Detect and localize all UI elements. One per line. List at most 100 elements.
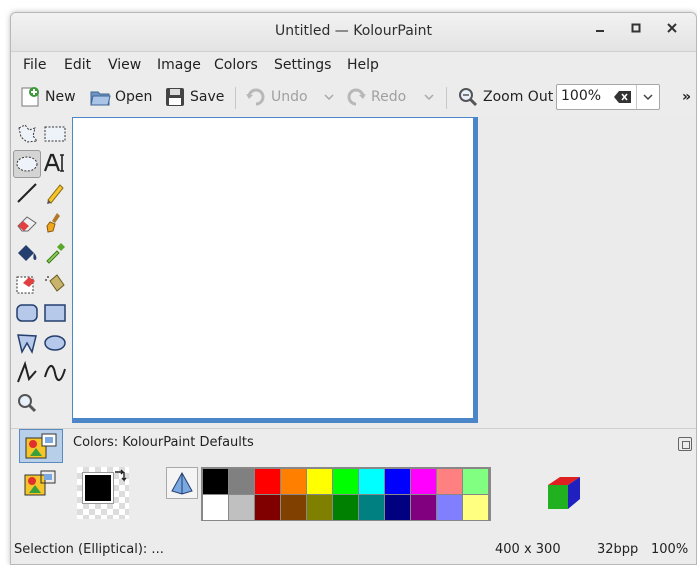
elliptical-selection-icon	[16, 156, 38, 172]
menu-colors[interactable]: Colors	[214, 57, 258, 73]
zoom-combobox[interactable]: 100%	[556, 84, 660, 110]
zoom-dropdown-chevron-icon[interactable]	[636, 85, 659, 109]
tool-connected-lines[interactable]	[14, 360, 40, 386]
tool-color-picker[interactable]	[42, 240, 68, 266]
tool-flood-fill[interactable]	[14, 240, 40, 266]
tool-text[interactable]	[42, 150, 68, 176]
minimize-button[interactable]	[591, 22, 609, 40]
tool-curve[interactable]	[42, 360, 68, 386]
polygon-icon	[17, 334, 37, 355]
menu-file[interactable]: File	[23, 57, 46, 73]
menu-help[interactable]: Help	[347, 57, 379, 73]
canvas-resize-handle-right[interactable]	[473, 117, 478, 421]
clear-text-icon[interactable]	[614, 90, 632, 108]
palette-swatch[interactable]	[255, 495, 280, 520]
status-tool-text: Selection (Elliptical): ...	[14, 542, 164, 557]
tool-brush[interactable]	[42, 210, 68, 236]
minimize-icon	[596, 30, 604, 32]
palette-swatch[interactable]	[255, 469, 280, 494]
drawing-canvas[interactable]	[72, 117, 476, 421]
menu-settings[interactable]: Settings	[274, 57, 331, 73]
tool-zoom[interactable]	[14, 390, 40, 416]
palette-swatch[interactable]	[333, 469, 358, 494]
palette-swatch[interactable]	[229, 469, 254, 494]
close-button[interactable]	[663, 22, 681, 40]
zoom-value[interactable]: 100%	[561, 88, 601, 104]
undo-dropdown[interactable]	[323, 85, 335, 109]
palette-swatch[interactable]	[437, 495, 462, 520]
flood-fill-bucket-icon	[18, 245, 37, 261]
menu-image[interactable]: Image	[157, 57, 201, 73]
tool-eraser[interactable]	[14, 210, 40, 236]
palette-swatch[interactable]	[229, 495, 254, 520]
swap-colors-icon[interactable]	[113, 468, 127, 486]
colors-panel-float-icon[interactable]	[678, 437, 692, 451]
new-button[interactable]: New	[19, 85, 76, 109]
menu-edit[interactable]: Edit	[64, 57, 91, 73]
palette-swatch[interactable]	[281, 469, 306, 494]
open-folder-icon	[90, 91, 111, 106]
maximize-button[interactable]	[627, 22, 645, 40]
undo-label: Undo	[271, 89, 308, 105]
palette-swatch[interactable]	[307, 495, 332, 520]
color-similarity-cube-icon	[171, 471, 193, 495]
menu-bar: File Edit View Image Colors Settings Hel…	[11, 53, 696, 79]
palette-swatch[interactable]	[203, 495, 228, 520]
save-button[interactable]: Save	[164, 85, 224, 109]
palette-swatch[interactable]	[281, 495, 306, 520]
dual-color-selector[interactable]	[77, 467, 129, 519]
palette-swatch[interactable]	[203, 469, 228, 494]
tool-elliptical-selection[interactable]	[13, 150, 41, 178]
redo-icon	[347, 88, 366, 106]
palette-swatch[interactable]	[385, 495, 410, 520]
tool-rounded-rectangle[interactable]	[14, 300, 40, 326]
redo-label: Redo	[371, 89, 407, 105]
palette-swatch[interactable]	[359, 469, 384, 494]
toolbar-overflow-button[interactable]: »	[682, 85, 691, 109]
open-button[interactable]: Open	[89, 85, 152, 109]
foreground-color-swatch[interactable]	[82, 472, 114, 504]
tool-rectangular-selection[interactable]	[42, 121, 68, 147]
tool-ellipse[interactable]	[42, 330, 68, 356]
palette-swatch[interactable]	[437, 469, 462, 494]
maximize-icon	[631, 23, 641, 33]
tool-spraycan[interactable]	[42, 270, 68, 296]
selection-mode-opaque-button[interactable]	[19, 429, 63, 463]
zoom-out-button[interactable]: Zoom Out	[457, 85, 553, 109]
zoom-out-label: Zoom Out	[483, 89, 554, 105]
canvas-resize-handle-bottom[interactable]	[72, 418, 478, 423]
palette-swatch[interactable]	[463, 495, 488, 520]
undo-button[interactable]: Undo	[245, 85, 308, 109]
title-bar[interactable]: Untitled — KolourPaint	[11, 13, 696, 52]
eraser-icon	[17, 216, 37, 232]
tool-polygon[interactable]	[14, 330, 40, 356]
tool-pen[interactable]	[42, 180, 68, 206]
canvas-scroll-area[interactable]	[72, 117, 696, 428]
menu-view[interactable]: View	[108, 57, 141, 73]
selection-mode-transparent-button[interactable]	[19, 467, 61, 499]
palette-swatch[interactable]	[411, 469, 436, 494]
tool-line[interactable]	[14, 180, 40, 206]
save-label: Save	[190, 89, 225, 105]
tool-color-eraser[interactable]	[14, 270, 40, 296]
tool-free-form-selection[interactable]	[14, 121, 40, 147]
palette-swatch[interactable]	[463, 469, 488, 494]
free-form-selection-icon	[18, 124, 38, 143]
chevron-down-icon	[324, 94, 334, 101]
palette-swatch[interactable]	[385, 469, 410, 494]
palette-swatch[interactable]	[307, 469, 332, 494]
palette-swatch[interactable]	[333, 495, 358, 520]
color-similarity-button[interactable]	[166, 467, 198, 499]
new-label: New	[45, 89, 76, 105]
tool-rectangle[interactable]	[42, 300, 68, 326]
chevron-down-icon	[424, 94, 434, 101]
redo-button[interactable]: Redo	[345, 85, 406, 109]
toolbar-separator	[446, 87, 447, 109]
overflow-chevron-icon: »	[682, 89, 692, 105]
curve-icon	[44, 365, 66, 381]
color-palette[interactable]	[201, 467, 491, 521]
color-eraser-icon	[16, 276, 35, 294]
redo-dropdown[interactable]	[423, 85, 435, 109]
palette-swatch[interactable]	[411, 495, 436, 520]
palette-swatch[interactable]	[359, 495, 384, 520]
